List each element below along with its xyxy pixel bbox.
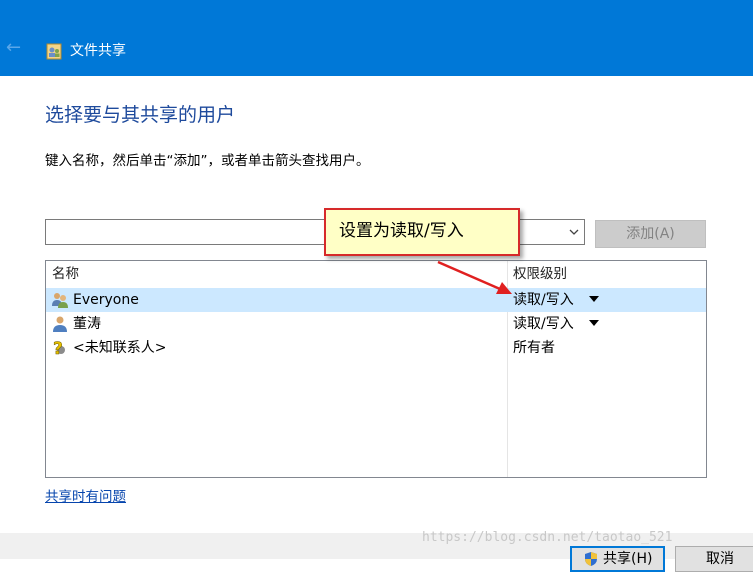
chevron-down-icon[interactable]: [568, 225, 580, 239]
share-button[interactable]: 共享(H): [570, 546, 665, 572]
share-button-label: 共享(H): [603, 551, 653, 567]
list-item-unknown-contact[interactable]: ? <未知联系人> 所有者: [46, 336, 706, 360]
page-heading: 选择要与其共享的用户: [45, 104, 236, 126]
uac-shield-icon: [585, 552, 597, 566]
column-header-name[interactable]: 名称: [52, 265, 79, 283]
dropdown-arrow-icon[interactable]: [589, 320, 599, 326]
user-name: 董涛: [73, 316, 101, 332]
watermark-text: https://blog.csdn.net/taotao_521: [422, 530, 673, 545]
title-bar: ← 文件共享: [0, 0, 753, 76]
add-button[interactable]: 添加(A): [595, 220, 706, 248]
file-sharing-icon: [46, 43, 62, 60]
permission-level[interactable]: 读取/写入: [513, 315, 574, 333]
user-list[interactable]: 名称 权限级别 Everyone 读取/写入 董涛 读取/写入 ? <未知联系人…: [45, 260, 707, 478]
permission-level[interactable]: 读取/写入: [513, 291, 574, 309]
annotation-callout: 设置为读取/写入: [324, 208, 520, 256]
user-icon: [53, 316, 67, 332]
dropdown-arrow-icon[interactable]: [589, 296, 599, 302]
callout-text: 设置为读取/写入: [339, 221, 464, 241]
cancel-button[interactable]: 取消: [675, 546, 753, 572]
group-users-icon: [52, 293, 68, 308]
column-header-permission[interactable]: 权限级别: [513, 265, 567, 283]
unknown-contact-icon: ?: [53, 339, 65, 357]
window-title: 文件共享: [70, 43, 126, 59]
list-item-user[interactable]: 董涛 读取/写入: [46, 312, 706, 336]
sharing-help-link[interactable]: 共享时有问题: [45, 488, 126, 506]
instruction-text: 键入名称，然后单击“添加”，或者单击箭头查找用户。: [45, 153, 370, 169]
cancel-button-label: 取消: [706, 551, 734, 567]
user-name: Everyone: [73, 292, 139, 308]
user-name: <未知联系人>: [73, 340, 167, 356]
permission-level: 所有者: [513, 340, 555, 356]
svg-text:?: ?: [53, 339, 63, 357]
list-item-everyone[interactable]: Everyone 读取/写入: [46, 288, 706, 312]
back-arrow-icon[interactable]: ←: [6, 38, 26, 58]
